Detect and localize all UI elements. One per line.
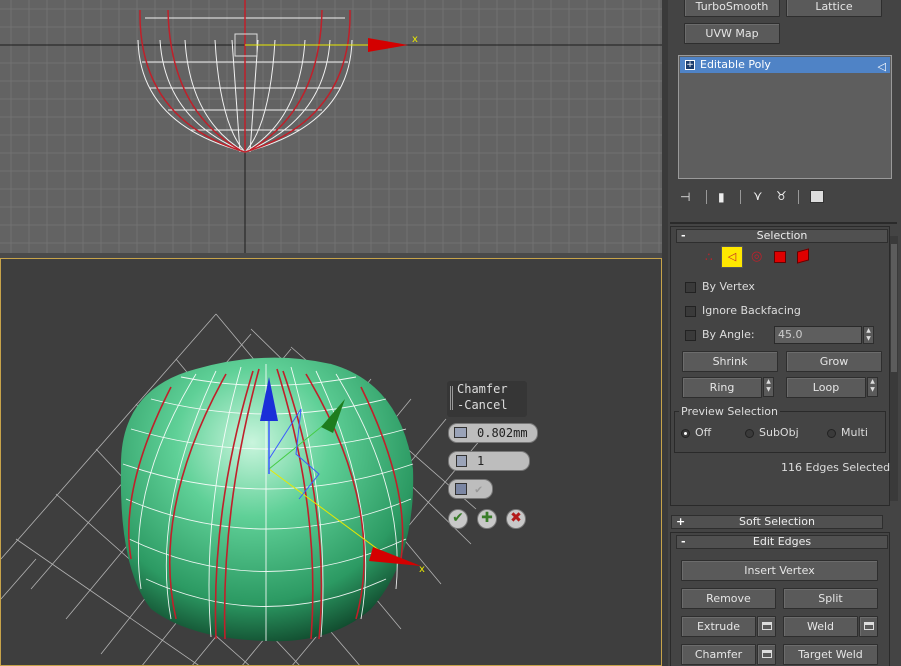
ring-button[interactable]: Ring (682, 377, 762, 398)
apply-and-continue-button[interactable]: ✚ (477, 509, 497, 529)
preview-off-label: Off (695, 426, 712, 439)
preview-subobj-label: SubObj (759, 426, 799, 439)
panel-scroll-thumb[interactable] (891, 244, 897, 372)
stack-toolbar: ⊣ ▮ ⋎ ♉ (678, 188, 892, 208)
split-button[interactable]: Split (783, 588, 878, 609)
panel-separator (670, 222, 897, 224)
preview-off-radio[interactable] (681, 429, 690, 438)
edge-mode-icon[interactable]: ◁ (721, 246, 743, 268)
lattice-button[interactable]: Lattice (786, 0, 882, 17)
loop-button[interactable]: Loop (786, 377, 866, 398)
weld-button[interactable]: Weld (783, 616, 858, 637)
edge-subobject-icon: ◁ (877, 60, 886, 73)
chamfer-segments-value: 1 (477, 454, 485, 468)
border-mode-icon[interactable]: ◎ (751, 249, 762, 264)
by-angle-checkbox[interactable] (685, 330, 696, 341)
selection-rollout-title: Selection (756, 229, 808, 242)
chamfer-segments-field[interactable]: 1 (448, 451, 530, 471)
ignore-backfacing-checkbox[interactable] (685, 306, 696, 317)
settings-icon (761, 622, 772, 630)
caddy-title-line2: -Cancel (457, 398, 508, 412)
open-chamfer-icon (455, 483, 467, 495)
chamfer-amount-field[interactable]: 0.802mm (448, 423, 538, 443)
soft-selection-sign: + (676, 515, 686, 528)
top-viewport-canvas: x (0, 0, 662, 253)
caddy-grip-icon (450, 386, 453, 410)
weld-settings-button[interactable] (859, 616, 878, 637)
target-weld-button[interactable]: Target Weld (783, 644, 878, 665)
expand-icon[interactable]: + (685, 60, 695, 70)
chamfer-amount-icon (454, 427, 467, 438)
sphere-selected-edges-top (139, 0, 351, 153)
show-end-result-icon[interactable]: ▮ (718, 190, 725, 204)
edit-edges-rollout: - Edit Edges Insert Vertex Remove Split … (670, 532, 890, 666)
element-mode-icon[interactable] (797, 248, 809, 264)
axis-label-x-persp: x (419, 564, 425, 575)
angle-spinner[interactable]: ▲ ▼ (863, 326, 874, 344)
make-unique-icon[interactable]: ⋎ (753, 189, 763, 204)
uvw-map-button[interactable]: UVW Map (684, 23, 780, 44)
preview-multi-radio[interactable] (827, 429, 836, 438)
command-panel: TurboSmooth Lattice UVW Map + Editable P… (668, 0, 901, 666)
toolbar-separator-2 (740, 190, 741, 204)
ring-spinner[interactable]: ▲ ▼ (763, 377, 774, 397)
soft-selection-header[interactable]: + Soft Selection (671, 515, 883, 529)
axis-label-x-top: x (412, 34, 418, 45)
turbosmooth-button[interactable]: TurboSmooth (684, 0, 780, 17)
vertex-mode-icon[interactable]: ∴ (705, 250, 713, 264)
chamfer-settings-button[interactable] (757, 644, 776, 665)
chamfer-open-toggle[interactable]: ✔ (448, 479, 493, 499)
ignore-backfacing-label: Ignore Backfacing (702, 304, 801, 317)
insert-vertex-button[interactable]: Insert Vertex (681, 560, 878, 581)
preview-selection-label: Preview Selection (679, 405, 781, 418)
by-vertex-checkbox[interactable] (685, 282, 696, 293)
caddy-title-line1: Chamfer (457, 382, 508, 396)
perspective-viewport[interactable]: x Chamfer -Cancel 0.802mm 1 ✔ ✔ ✚ ✖ (0, 258, 662, 666)
pin-stack-icon[interactable]: ⊣ (680, 190, 690, 204)
preview-multi-label: Multi (841, 426, 868, 439)
grow-button[interactable]: Grow (786, 351, 882, 372)
remove-button[interactable]: Remove (681, 588, 776, 609)
x-axis-arrow (368, 38, 408, 52)
shrink-button[interactable]: Shrink (682, 351, 778, 372)
collapse-sign: - (681, 229, 686, 242)
chamfer-segments-icon (456, 455, 467, 467)
settings-icon (761, 650, 772, 658)
chamfer-button[interactable]: Chamfer (681, 644, 756, 665)
polygon-mode-icon[interactable] (774, 251, 786, 263)
stack-item-label: Editable Poly (700, 58, 771, 71)
stack-item-editable-poly[interactable]: + Editable Poly ◁ (680, 57, 890, 73)
chamfer-amount-value: 0.802mm (477, 426, 528, 440)
top-viewport[interactable]: x (0, 0, 662, 253)
selection-rollout-header[interactable]: - Selection (676, 229, 888, 243)
settings-icon (863, 622, 874, 630)
open-chamfer-check-icon: ✔ (475, 482, 483, 496)
angle-input[interactable]: 45.0 (774, 326, 862, 344)
toolbar-separator-3 (798, 190, 799, 204)
selection-status: 116 Edges Selected (781, 461, 891, 474)
selection-rollout: - Selection ∴ ◁ ◎ By Vertex Ignore Backf… (670, 226, 890, 506)
edit-edges-sign: - (681, 535, 686, 548)
remove-modifier-icon[interactable]: ♉ (776, 189, 787, 203)
ok-button[interactable]: ✔ (448, 509, 468, 529)
preview-selection-group: Preview Selection Off SubObj Multi (674, 405, 886, 453)
configure-modifier-sets-icon[interactable] (810, 190, 824, 203)
panel-scrollbar[interactable] (890, 236, 898, 501)
edit-edges-title: Edit Edges (752, 535, 812, 548)
by-angle-label: By Angle: (702, 328, 755, 341)
edit-edges-header[interactable]: - Edit Edges (676, 535, 888, 549)
caddy-title: Chamfer -Cancel (447, 381, 527, 417)
by-vertex-label: By Vertex (702, 280, 755, 293)
preview-subobj-radio[interactable] (745, 429, 754, 438)
extrude-button[interactable]: Extrude (681, 616, 756, 637)
cancel-button[interactable]: ✖ (506, 509, 526, 529)
perspective-viewport-canvas: x (1, 313, 482, 665)
toolbar-separator-1 (706, 190, 707, 204)
loop-spinner[interactable]: ▲ ▼ (867, 377, 878, 397)
extrude-settings-button[interactable] (757, 616, 776, 637)
soft-selection-title: Soft Selection (739, 515, 815, 528)
modifier-stack[interactable]: + Editable Poly ◁ (678, 55, 892, 179)
